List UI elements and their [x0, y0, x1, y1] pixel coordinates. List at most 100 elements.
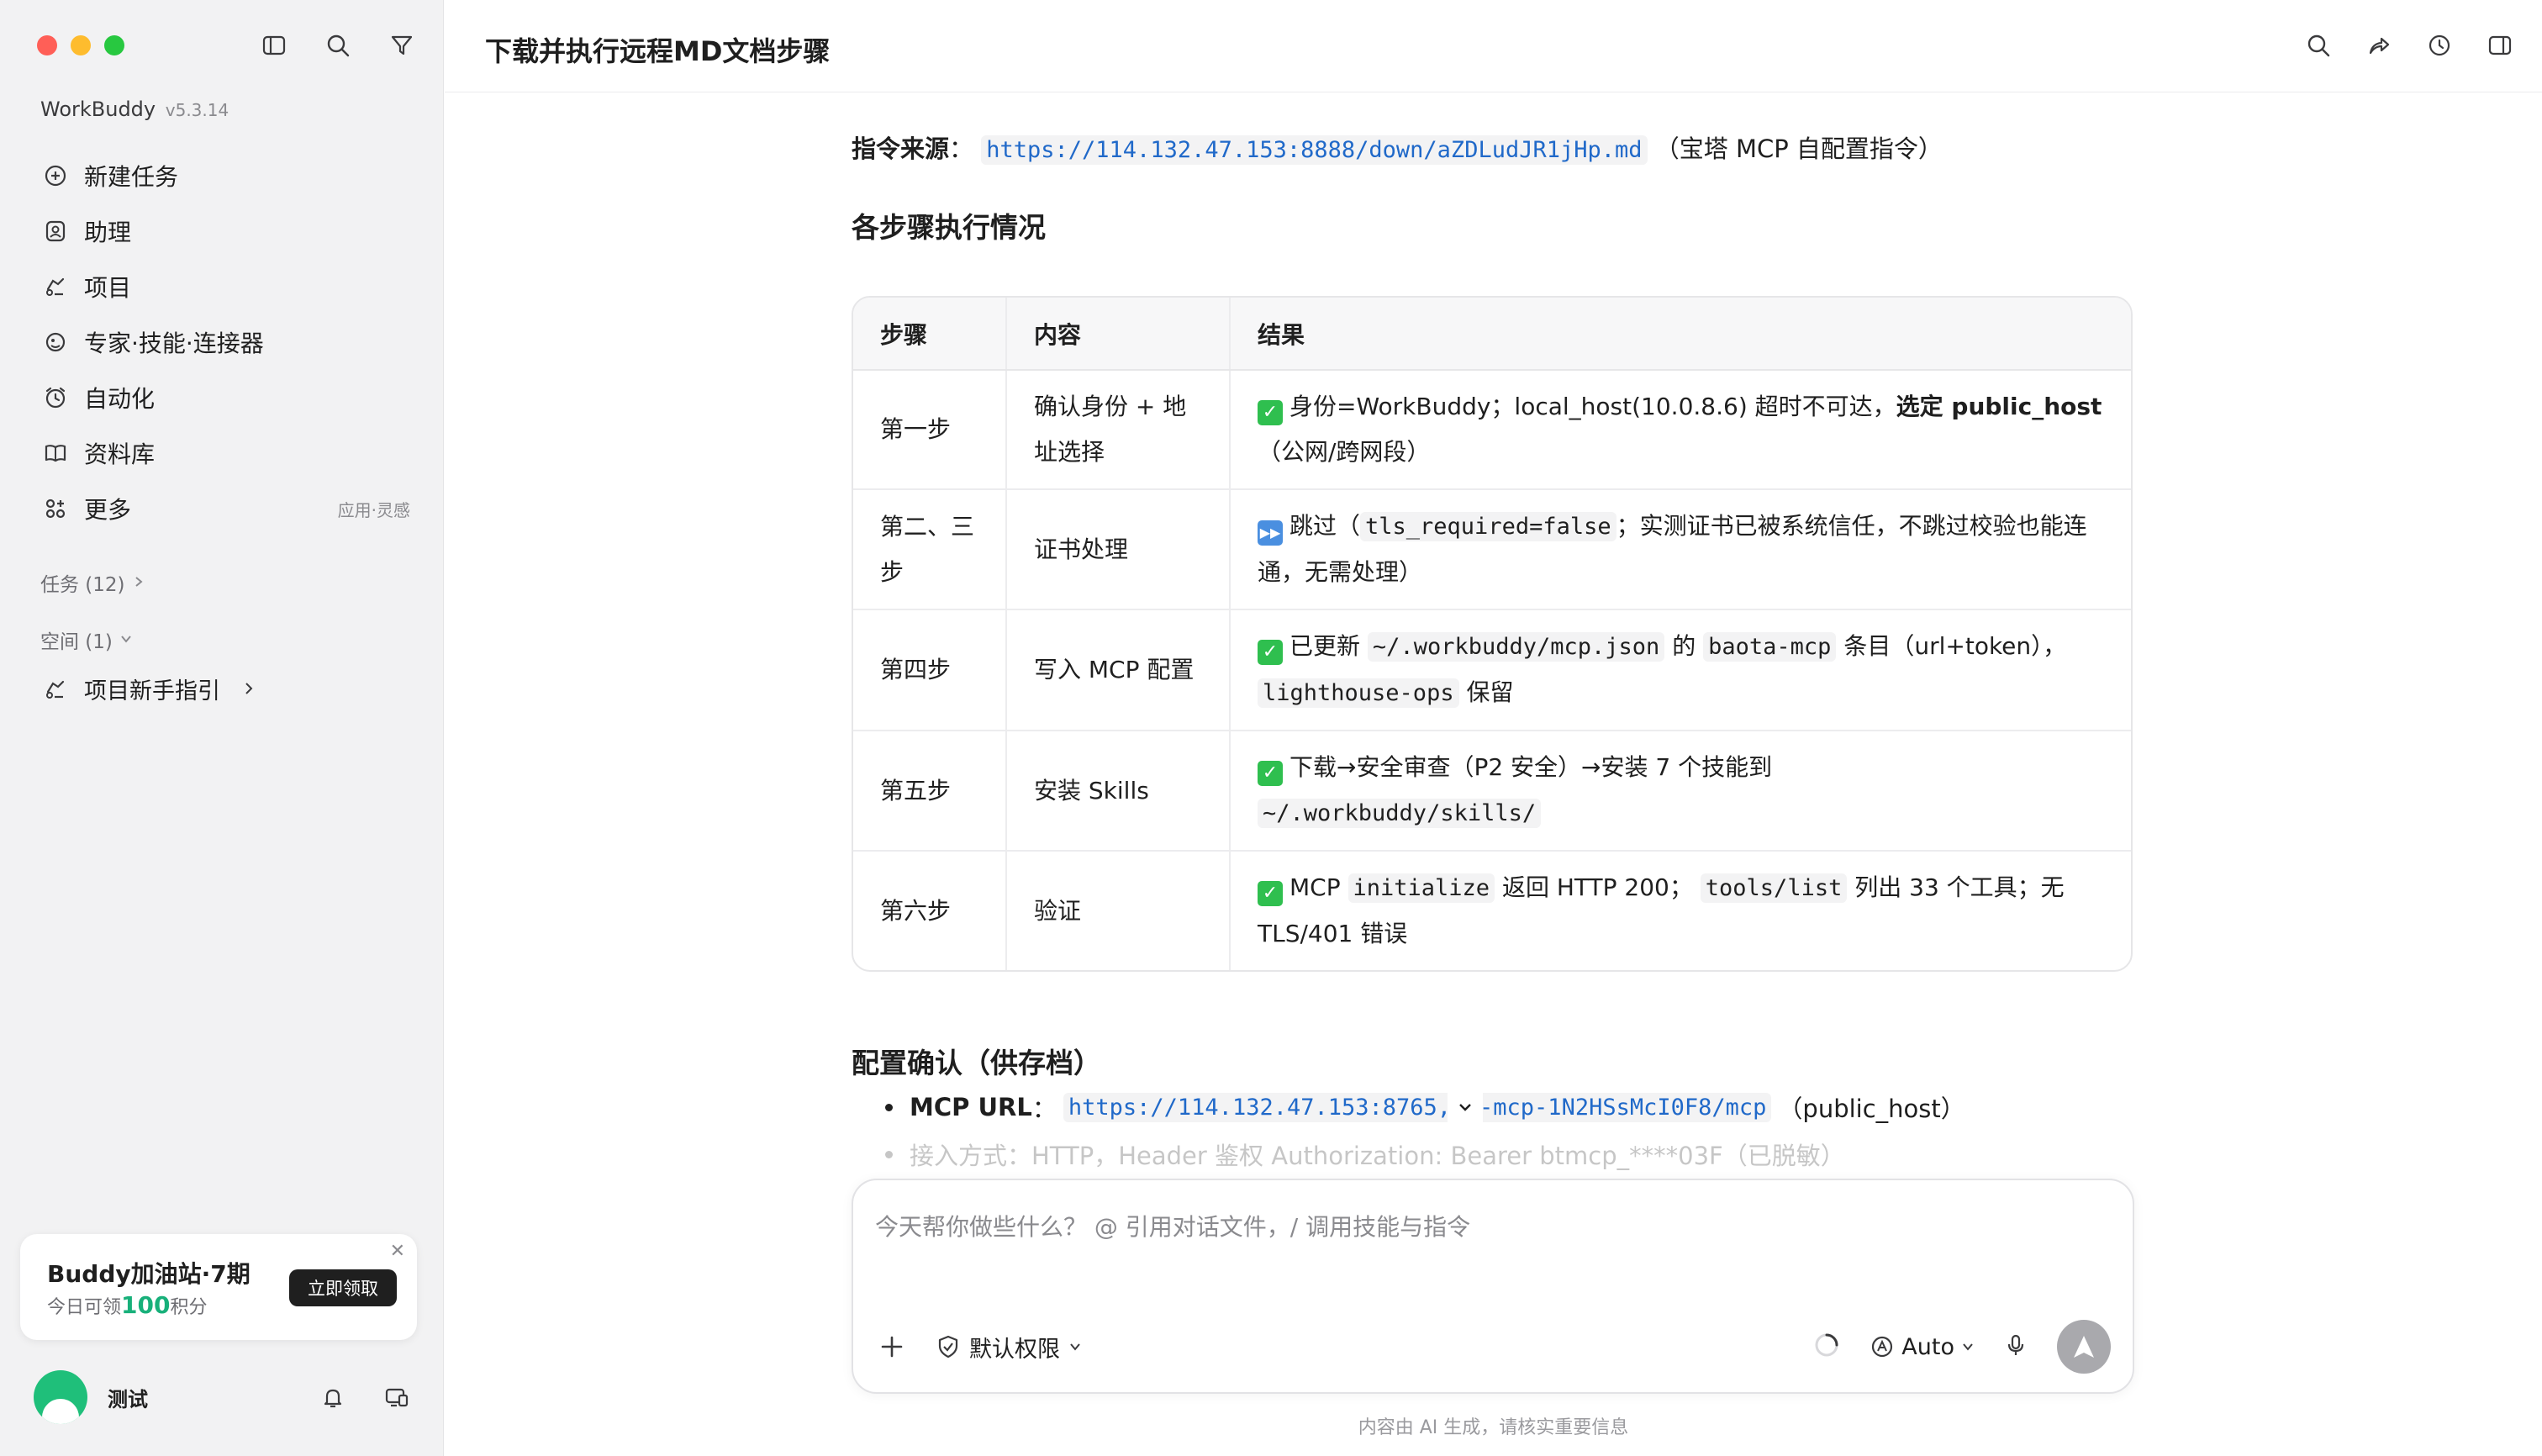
model-label: Auto [1901, 1333, 1954, 1360]
step-cell: 第五步 [853, 730, 1006, 851]
scroll-down-button[interactable] [1448, 1089, 1484, 1125]
result-bold: 选定 public_host [1896, 393, 2102, 420]
history-icon[interactable] [2424, 30, 2455, 61]
promo-sub-suffix: 积分 [170, 1297, 208, 1318]
sidebar-item-extra[interactable]: 应用·灵感 [338, 497, 410, 521]
result-cell: ✓ 已更新 ~/.workbuddy/mcp.json 的 baota-mcp 条… [1229, 609, 2131, 731]
sidebar-item-experts[interactable]: 专家·技能·连接器 [30, 314, 417, 370]
check-icon: ✓ [1258, 761, 1283, 786]
sidebar-toggle-icon[interactable] [259, 30, 289, 61]
step-cell: 第一步 [880, 415, 952, 443]
message-content: 指令来源： https://114.132.47.153:8888/down/a… [852, 92, 2146, 1177]
model-selector[interactable]: Auto [1870, 1334, 1975, 1360]
space-section-toggle[interactable]: 空间 (1) [40, 625, 133, 654]
permission-dropdown[interactable]: 默认权限 [936, 1331, 1082, 1364]
expert-icon [40, 327, 71, 357]
source-note: （宝塔 MCP 自配置指令） [1654, 135, 1943, 163]
mcp-url-link-start[interactable]: https://114.132.47.153:8765, [1063, 1092, 1457, 1122]
share-icon[interactable] [2364, 30, 2394, 61]
steps-table: 步骤 内容 结果 第一步 确认身份 + 地址选择 ✓ 身份=WorkBuddy；l… [852, 296, 2133, 972]
search-icon[interactable] [323, 30, 353, 61]
panel-toggle-icon[interactable] [2485, 30, 2515, 61]
brand-name: WorkBuddy [40, 98, 156, 121]
sidebar-item-assistant[interactable]: 助理 [30, 203, 417, 259]
sidebar-item-automation[interactable]: 自动化 [30, 370, 417, 425]
loading-spinner-icon [1812, 1331, 1841, 1363]
result-text: 身份=WorkBuddy；local_host(10.0.8.6) 超时不可达， [1289, 393, 1896, 420]
title-bar: 下载并执行远程MD文档步骤 [445, 0, 2542, 92]
grid-plus-icon [40, 493, 71, 524]
mcp-url-link-end[interactable]: -mcp-1N2HSsMcI0F8/mcp [1474, 1092, 1772, 1122]
sidebar-item-library[interactable]: 资料库 [30, 425, 417, 481]
check-icon: ✓ [1258, 400, 1283, 425]
result-text: 条目（url+token）， [1843, 632, 2067, 660]
steps-heading: 各步骤执行情况 [852, 211, 1046, 244]
search-icon[interactable] [2303, 30, 2334, 61]
mcp-url-note: （public_host） [1778, 1095, 1965, 1123]
minimize-window-button[interactable] [71, 35, 91, 55]
promo-card: Buddy加油站·7期 今日可领100积分 立即领取 ✕ [20, 1234, 417, 1340]
source-url-link[interactable]: https://114.132.47.153:8888/down/aZDLudJ… [981, 135, 1648, 165]
table-header-cell: 结果 [1229, 298, 2131, 371]
sidebar-item-project-guide[interactable]: 项目新手指引 [40, 673, 256, 705]
chevron-down-icon [1963, 1343, 1973, 1351]
mcp-url-item: MCP URL： https://114.132.47.153:8765, -m… [885, 1089, 1965, 1125]
inline-code: ~/.workbuddy/mcp.json [1367, 632, 1665, 662]
mcp-url-colon: ： [1031, 1095, 1057, 1123]
close-window-button[interactable] [37, 35, 57, 55]
claim-button[interactable]: 立即领取 [289, 1269, 397, 1306]
composer-toolbar: 默认权限 Auto [875, 1320, 2111, 1374]
inline-code: tools/list [1700, 873, 1848, 903]
inline-code: lighthouse-ops [1258, 678, 1459, 708]
ai-disclaimer: 内容由 AI 生成，请核实重要信息 [1358, 1417, 1629, 1438]
user-actions [318, 1382, 412, 1412]
project-icon [40, 674, 71, 704]
step-cell: 第六步 [853, 850, 1006, 970]
sidebar-item-label: 更多 [84, 496, 132, 524]
chevron-down-icon [1070, 1343, 1080, 1351]
bell-icon[interactable] [318, 1382, 348, 1412]
devices-icon[interactable] [382, 1382, 412, 1412]
send-arrow-icon [2074, 1336, 2094, 1358]
composer-input[interactable]: 今天帮你做些什么？ @ 引用对话文件，/ 调用技能与指令 [875, 1209, 1470, 1242]
auth-method-item: 接入方式：HTTP，Header 鉴权 Authorization: Beare… [885, 1137, 1845, 1172]
add-attachment-button[interactable] [875, 1330, 909, 1364]
promo-subtitle: 今日可领100积分 [47, 1291, 207, 1319]
result-text: （公网/跨网段） [1258, 438, 1431, 466]
microphone-icon[interactable] [2003, 1332, 2028, 1361]
avatar[interactable] [34, 1370, 87, 1424]
content-cell: 安装 Skills [1005, 730, 1230, 851]
sidebar-item-project[interactable]: 项目 [30, 259, 417, 314]
table-row: 第六步 验证 ✓ MCP initialize 返回 HTTP 200； tool… [853, 850, 2131, 970]
skip-forward-icon: ▶▶ [1258, 520, 1283, 546]
table-header-cell: 内容 [1005, 298, 1230, 371]
bullet-dot [885, 1150, 893, 1158]
result-cell: ✓ 下载→安全审查（P2 安全）→安装 7 个技能到 ~/.workbuddy/sk… [1229, 730, 2131, 851]
table-header-cell: 步骤 [853, 298, 1006, 371]
sidebar-item-more[interactable]: 更多 应用·灵感 [30, 481, 417, 536]
plus-circle-icon [40, 161, 71, 191]
content-cell: 写入 MCP 配置 [1005, 609, 1230, 731]
promo-sub-prefix: 今日可领 [47, 1297, 122, 1318]
title-toolbar [2303, 30, 2515, 61]
table-row: 第四步 写入 MCP 配置 ✓ 已更新 ~/.workbuddy/mcp.json… [853, 609, 2131, 731]
chat-composer[interactable]: 今天帮你做些什么？ @ 引用对话文件，/ 调用技能与指令 默认权限 Auto [852, 1179, 2134, 1394]
inline-code: baota-mcp [1703, 632, 1837, 662]
close-icon[interactable]: ✕ [390, 1241, 405, 1262]
inline-code: tls_required=false [1360, 512, 1616, 541]
result-cell: ▶▶ 跳过（ tls_required=false ；实测证书已被系统信任，不跳过校验… [1229, 488, 2131, 609]
tasks-section-toggle[interactable]: 任务 (12) [40, 568, 145, 597]
book-icon [40, 438, 71, 468]
sidebar-item-new-task[interactable]: 新建任务 [30, 148, 417, 203]
result-text: 返回 HTTP 200； [1501, 873, 1693, 901]
sidebar-item-label: 助理 [84, 219, 132, 246]
maximize-window-button[interactable] [104, 35, 124, 55]
check-icon: ✓ [1258, 881, 1283, 906]
instruction-source: 指令来源： https://114.132.47.153:8888/down/a… [852, 129, 1943, 165]
source-colon: ： [949, 135, 974, 163]
filter-icon[interactable] [387, 30, 417, 61]
result-text: 下载→安全审查（P2 安全）→安装 7 个技能到 [1289, 753, 1773, 781]
send-button[interactable] [2057, 1320, 2111, 1374]
content-cell: 确认身份 + 地址选择 [1005, 370, 1230, 489]
user-name: 测试 [108, 1387, 148, 1411]
